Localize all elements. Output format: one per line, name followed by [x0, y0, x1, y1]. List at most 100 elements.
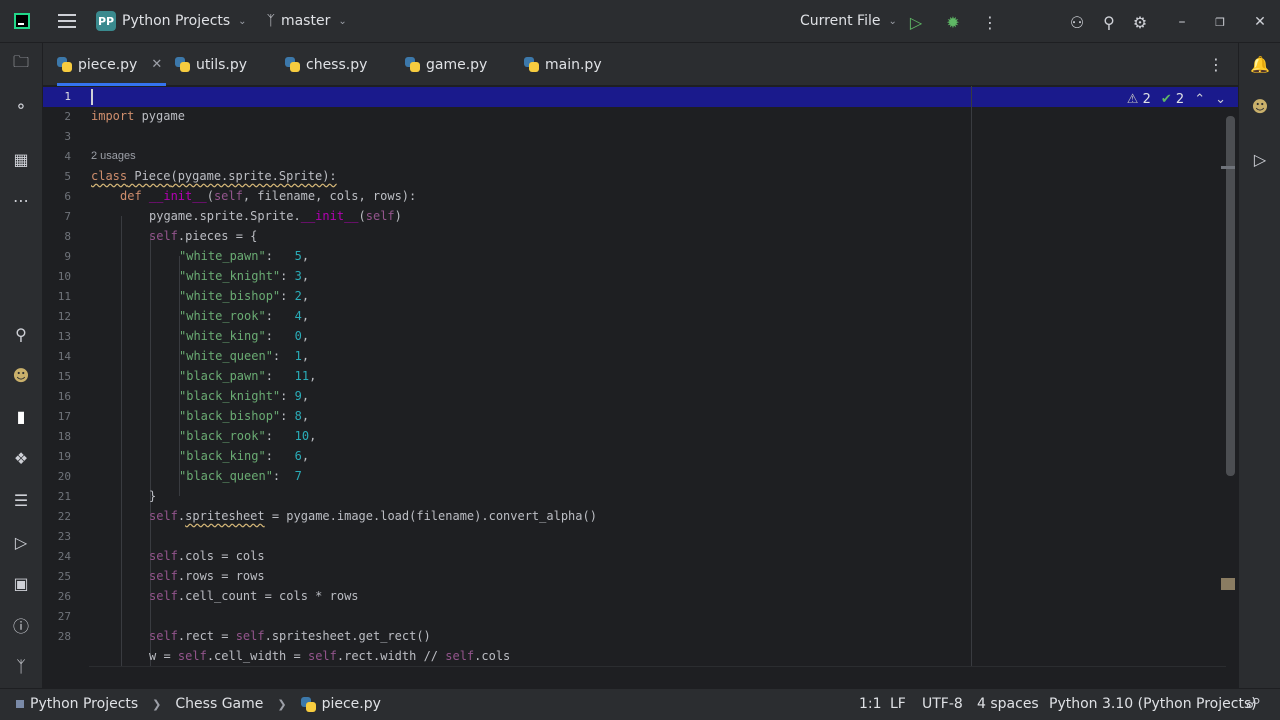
project-badge: PP	[96, 11, 116, 31]
code-line-4: class Piece(pygame.sprite.Sprite):	[91, 169, 337, 183]
code-editor[interactable]: 1 2 3 4 5 6 7 8 9 10 11 12 13 14 15 16 17 18 19 20 21 22 23 24 2…	[43, 86, 1238, 688]
line-number[interactable]: 2	[43, 107, 71, 127]
line-number[interactable]: 15	[43, 367, 71, 387]
tab-chess-py[interactable]: chess.py	[285, 43, 367, 86]
python-interpreter[interactable]: Python 3.10 (Python Projects)	[1049, 696, 1257, 712]
usages-hint[interactable]: 2 usages	[91, 146, 136, 166]
line-number[interactable]: 12	[43, 307, 71, 327]
pycharm-logo-icon[interactable]	[14, 13, 30, 29]
search-icon[interactable]: ⚲	[1098, 11, 1120, 33]
project-switcher[interactable]: PP Python Projects ⌄	[90, 6, 253, 36]
line-separator[interactable]: LF	[890, 696, 906, 712]
line-number[interactable]: 17	[43, 407, 71, 427]
weak-warning-count[interactable]: ✔ 2	[1161, 92, 1184, 107]
close-window-icon[interactable]: ✕	[1249, 11, 1271, 33]
python-console-icon[interactable]: ❖	[10, 447, 32, 469]
tab-main-py[interactable]: main.py	[524, 43, 602, 86]
line-number[interactable]: 7	[43, 207, 71, 227]
line-number[interactable]: 18	[43, 427, 71, 447]
line-number[interactable]: 8	[43, 227, 71, 247]
run-icon[interactable]: ▷	[905, 11, 927, 33]
line-number[interactable]: 20	[43, 467, 71, 487]
settings-gear-icon[interactable]: ⚙	[1129, 11, 1151, 33]
line-number[interactable]: 11	[43, 287, 71, 307]
breadcrumb-project[interactable]: Python Projects	[30, 696, 138, 712]
git-icon[interactable]: ᛉ	[10, 655, 32, 677]
branch-switcher[interactable]: ᛉ master ⌄	[267, 13, 347, 29]
more-actions-icon[interactable]: ⋮	[979, 11, 1001, 33]
book-icon[interactable]: ▮	[10, 405, 32, 427]
line-number[interactable]: 26	[43, 587, 71, 607]
code-line-28: w = self.cell_width = self.rect.width //…	[149, 649, 511, 663]
line-number[interactable]: 13	[43, 327, 71, 347]
warning-count[interactable]: ⚠ 2	[1127, 92, 1151, 107]
line-number[interactable]: 23	[43, 527, 71, 547]
run-configuration-select[interactable]: Current File ⌄	[800, 13, 897, 29]
python-file-icon	[300, 696, 316, 712]
line-number[interactable]: 16	[43, 387, 71, 407]
line-number[interactable]: 28	[43, 627, 71, 647]
find-icon[interactable]: ⚲	[10, 323, 32, 345]
tab-utils-py[interactable]: utils.py	[175, 43, 247, 86]
code-line-14: "black_pawn": 11,	[179, 369, 317, 383]
line-number[interactable]: 3	[43, 127, 71, 147]
project-folder-icon[interactable]: 🗀	[10, 52, 32, 75]
layers-icon[interactable]: ☰	[10, 489, 32, 511]
tab-piece-py[interactable]: piece.py ✕	[57, 43, 167, 86]
lock-icon[interactable]: ☍	[1246, 696, 1260, 712]
close-tab-icon[interactable]: ✕	[151, 57, 162, 72]
debug-icon[interactable]: ✹	[942, 11, 964, 33]
vertical-scrollbar[interactable]	[1226, 116, 1235, 476]
more-tools-icon[interactable]: ⋯	[10, 189, 32, 211]
line-number[interactable]: 6	[43, 187, 71, 207]
restore-icon[interactable]: ❐	[1209, 11, 1231, 33]
error-stripe-marker[interactable]	[1221, 166, 1235, 169]
code-line-7: self.pieces = {	[149, 229, 258, 243]
project-name: Python Projects	[122, 13, 231, 29]
chevron-right-icon: ❯	[277, 697, 287, 711]
services-icon[interactable]: ▷	[10, 531, 32, 553]
indent-guide	[121, 216, 122, 666]
structure-icon[interactable]: ▦	[10, 148, 32, 170]
tab-label: chess.py	[306, 56, 368, 73]
line-number[interactable]: 14	[43, 347, 71, 367]
code-line-17: "black_rook": 10,	[179, 429, 317, 443]
line-number[interactable]: 24	[43, 547, 71, 567]
next-highlight-icon[interactable]: ⌄	[1215, 92, 1226, 107]
problems-icon[interactable]: ⓘ	[10, 614, 32, 636]
caret-position[interactable]: 1:1	[859, 696, 882, 712]
line-number[interactable]: 10	[43, 267, 71, 287]
code-line-21: self.spritesheet = pygame.image.load(fil…	[149, 509, 597, 523]
add-user-icon[interactable]: ⚇	[1066, 11, 1088, 33]
breadcrumb-folder[interactable]: Chess Game	[175, 696, 263, 712]
main-menu-icon[interactable]	[58, 14, 76, 28]
plugin-avatar-icon[interactable]: ☻	[1249, 95, 1271, 117]
code-line-5: def __init__(self, filename, cols, rows)…	[120, 189, 417, 203]
inspection-widget[interactable]: ⚠ 2 ✔ 2 ⌃ ⌄	[1127, 92, 1226, 107]
tab-actions-icon[interactable]: ⋮	[1208, 55, 1224, 74]
notifications-bell-icon[interactable]: 🔔	[1249, 53, 1271, 75]
line-number[interactable]: 21	[43, 487, 71, 507]
tab-game-py[interactable]: game.py	[405, 43, 487, 86]
error-stripe-marker[interactable]	[1221, 578, 1235, 590]
previous-highlight-icon[interactable]: ⌃	[1194, 92, 1205, 107]
python-file-icon	[405, 57, 420, 72]
line-number[interactable]: 19	[43, 447, 71, 467]
chevron-down-icon: ⌄	[338, 15, 347, 27]
line-number[interactable]: 5	[43, 167, 71, 187]
commit-icon[interactable]: ⚬	[10, 95, 32, 117]
plugin-avatar-icon[interactable]: ☻	[10, 364, 32, 386]
file-encoding[interactable]: UTF-8	[922, 696, 963, 712]
line-number[interactable]: 22	[43, 507, 71, 527]
line-number[interactable]: 25	[43, 567, 71, 587]
line-number[interactable]: 27	[43, 607, 71, 627]
run-panel-icon[interactable]: ▷	[1249, 148, 1271, 170]
line-number[interactable]: 4	[43, 147, 71, 167]
code-line-20: }	[149, 489, 157, 503]
line-number[interactable]: 9	[43, 247, 71, 267]
terminal-icon[interactable]: ▣	[10, 572, 32, 594]
indent-setting[interactable]: 4 spaces	[977, 696, 1039, 712]
breadcrumb-file[interactable]: piece.py	[322, 696, 381, 712]
minimize-icon[interactable]: –	[1171, 11, 1193, 33]
line-number[interactable]: 1	[43, 87, 71, 107]
